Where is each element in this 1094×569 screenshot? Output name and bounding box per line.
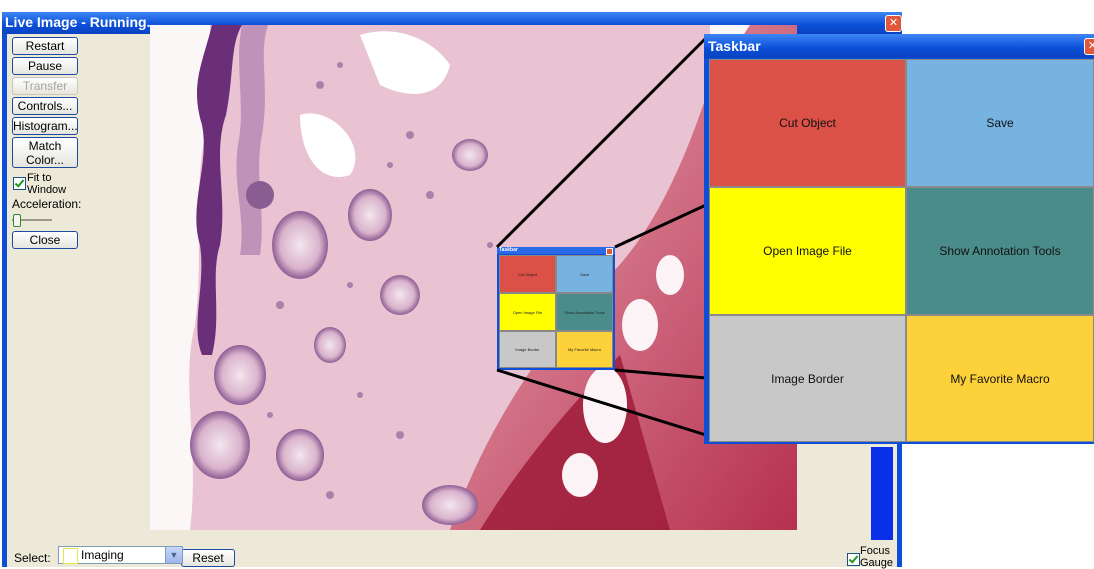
tissue-image [150, 25, 797, 530]
live-image-view[interactable] [150, 25, 797, 530]
tile-cut-object[interactable]: Cut Object [709, 59, 906, 187]
taskbar-titlebar[interactable]: Taskbar ✕ [704, 34, 1094, 58]
focus-gauge-line1: Focus [860, 545, 890, 557]
focus-gauge-label: Focus Gauge [860, 545, 893, 569]
acceleration-label: Acceleration: [12, 197, 82, 211]
window-title: Live Image - Running... [5, 14, 159, 30]
fit-to-window-line2: Window [27, 184, 67, 196]
taskbar-window: Taskbar ✕ Cut Object Save Open Image Fil… [704, 34, 1094, 444]
mini-tile-macro: My Favorite Macro [556, 331, 613, 368]
transfer-button[interactable]: Transfer [12, 77, 78, 95]
chevron-down-icon[interactable]: ▼ [165, 547, 182, 563]
select-value: Imaging [81, 548, 124, 562]
imaging-select[interactable]: Imaging ▼ [58, 546, 183, 564]
mini-tile-open-image: Open Image File [499, 293, 556, 331]
tile-save[interactable]: Save [906, 59, 1094, 187]
mini-taskbar-title: Taskbar [499, 247, 518, 253]
mini-taskbar-titlebar: Taskbar [497, 247, 615, 255]
histogram-button[interactable]: Histogram... [12, 117, 78, 135]
select-color-swatch [63, 548, 78, 564]
match-color-button[interactable]: Match Color... [12, 137, 78, 168]
acceleration-slider-thumb[interactable] [13, 214, 21, 227]
fit-to-window-line1: Fit to [27, 172, 52, 184]
taskbar-close-icon[interactable]: ✕ [1084, 38, 1094, 55]
match-color-label-line1: Match [28, 139, 62, 153]
taskbar-title: Taskbar [708, 38, 761, 54]
mini-taskbar-window: Taskbar Cut Object Save Open Image File … [497, 247, 615, 370]
select-label: Select: [14, 551, 51, 565]
mini-tile-cut-object: Cut Object [499, 255, 556, 293]
pause-button[interactable]: Pause [12, 57, 78, 75]
mini-tile-annotation: Show Annotation Tools [556, 293, 613, 331]
tile-show-annotation-tools[interactable]: Show Annotation Tools [906, 187, 1094, 315]
match-color-label-line2: Color... [25, 153, 64, 167]
focus-gauge-bar [871, 447, 893, 540]
restart-button[interactable]: Restart [12, 37, 78, 55]
mini-tile-image-border: Image Border [499, 331, 556, 368]
tile-open-image-file[interactable]: Open Image File [709, 187, 906, 315]
reset-button[interactable]: Reset [181, 549, 235, 567]
controls-button[interactable]: Controls... [12, 97, 78, 115]
mini-close-icon [606, 248, 613, 255]
focus-gauge-checkbox[interactable] [847, 553, 860, 566]
fit-to-window-label: Fit to Window [27, 172, 66, 196]
close-icon[interactable]: ✕ [885, 15, 902, 32]
fit-to-window-checkbox[interactable] [13, 177, 26, 190]
mini-tile-save: Save [556, 255, 613, 293]
close-button[interactable]: Close [12, 231, 78, 249]
tile-my-favorite-macro[interactable]: My Favorite Macro [906, 315, 1094, 442]
tile-image-border[interactable]: Image Border [709, 315, 906, 442]
focus-gauge-line2: Gauge [860, 557, 894, 569]
